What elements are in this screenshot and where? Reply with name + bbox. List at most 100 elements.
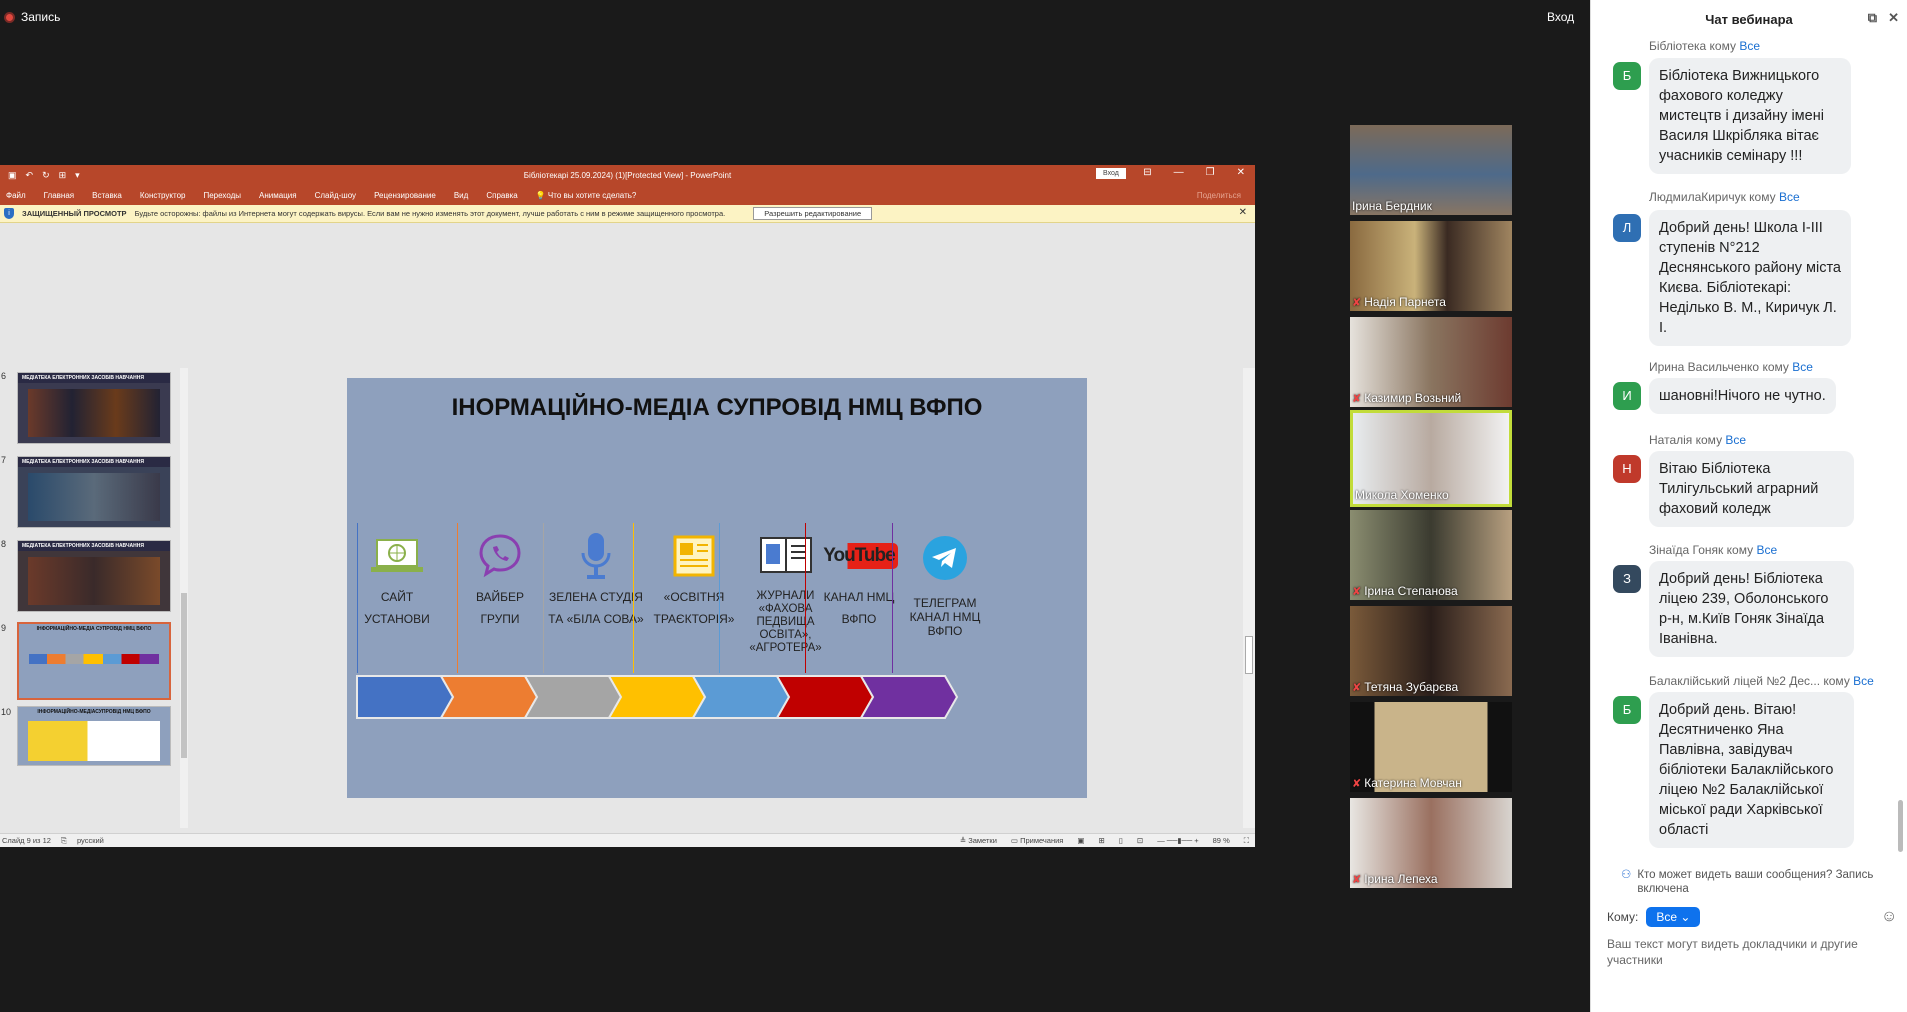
message-bubble: Добрий день. Вітаю! Десятниченко Яна Пав…	[1649, 692, 1854, 848]
customize-icon[interactable]: ▾	[75, 170, 80, 181]
notes-button[interactable]: ≜ Заметки	[960, 836, 997, 845]
thumb-number: 10	[1, 707, 12, 717]
message-meta: Бібліотека кому Все	[1649, 39, 1760, 53]
minimize-icon[interactable]: —	[1174, 167, 1184, 178]
chat-visibility-notice[interactable]: ⚇ Кто может видеть ваши сообщения? Запис…	[1621, 868, 1906, 896]
recipient-link[interactable]: Все	[1792, 360, 1813, 374]
tab-slideshow[interactable]: Слайд-шоу	[315, 191, 356, 200]
language-label[interactable]: русский	[77, 836, 104, 846]
reading-view-icon[interactable]: ▯	[1119, 836, 1123, 845]
tab-help[interactable]: Справка	[486, 191, 517, 200]
slide-thumbnails-pane: 6 МЕДІАТЕКА ЕЛЕКТРОННИХ ЗАСОБІВ НАВЧАННЯ…	[0, 368, 193, 833]
thumb-image	[28, 473, 160, 521]
participant-name: ✘ Ірина Лепеха	[1352, 872, 1438, 886]
recipient-link[interactable]: Все	[1725, 433, 1746, 447]
emoji-icon[interactable]: ☺	[1881, 908, 1897, 926]
recipient-link[interactable]: Все	[1739, 39, 1760, 53]
tab-insert[interactable]: Вставка	[92, 191, 122, 200]
recipient-dropdown[interactable]: Все ⌄	[1646, 907, 1701, 927]
slide-scrollbar[interactable]	[1243, 368, 1255, 828]
scroll-thumb[interactable]	[1245, 636, 1253, 674]
normal-view-icon[interactable]: ▣	[1077, 836, 1084, 845]
chat-input[interactable]: Ваш текст могут видеть докладчики и друг…	[1607, 936, 1892, 968]
zoom-level[interactable]: 89 %	[1213, 836, 1230, 845]
participant-tile[interactable]: ✘ Ірина Степанова	[1350, 510, 1512, 600]
thumb-number: 9	[1, 623, 7, 633]
present-icon[interactable]: ⊞	[59, 170, 67, 181]
chevron-arrow	[439, 675, 539, 719]
message-meta: Зінаїда Гоняк кому Все	[1649, 543, 1777, 557]
redo-icon[interactable]: ↻	[42, 170, 50, 181]
chevron-arrow	[607, 675, 707, 719]
participant-tile-active-speaker[interactable]: Микола Хоменко	[1350, 410, 1512, 507]
login-link[interactable]: Вход	[1547, 10, 1574, 24]
participant-name-text: Ірина Бердник	[1352, 199, 1432, 213]
restore-icon[interactable]: ❐	[1206, 167, 1215, 178]
close-icon[interactable]: ✕	[1237, 167, 1245, 178]
participant-tile[interactable]: ✘ Казимир Возьний	[1350, 317, 1512, 407]
tab-view[interactable]: Вид	[454, 191, 468, 200]
ppt-signin-button[interactable]: Вход	[1096, 168, 1126, 179]
participant-tile[interactable]: ✘ Тетяна Зубарєва	[1350, 606, 1512, 696]
slide-counter: Слайд 9 из 12	[2, 835, 51, 845]
popout-icon[interactable]: ⧉	[1868, 10, 1877, 26]
to-label: кому	[1726, 543, 1754, 557]
slide-thumbnail-6[interactable]: МЕДІАТЕКА ЕЛЕКТРОННИХ ЗАСОБІВ НАВЧАННЯ	[17, 372, 171, 444]
save-icon[interactable]: ▣	[8, 170, 17, 181]
tab-design[interactable]: Конструктор	[140, 191, 186, 200]
thumb-image	[28, 389, 160, 437]
recipient-value: Все	[1656, 910, 1678, 924]
recipient-link[interactable]: Все	[1853, 674, 1874, 688]
record-label: Запись	[21, 10, 61, 24]
protected-view-bar: i ЗАЩИЩЕННЫЙ ПРОСМОТР Будьте осторожны: …	[0, 205, 1255, 223]
scroll-thumb[interactable]	[181, 593, 187, 758]
tab-file[interactable]: Файл	[6, 191, 26, 200]
recipient-link[interactable]: Все	[1756, 543, 1777, 557]
muted-mic-icon: ✘	[1352, 296, 1362, 309]
tab-review[interactable]: Рецензирование	[374, 191, 436, 200]
participant-name: ✘ Ірина Степанова	[1352, 584, 1458, 598]
close-icon[interactable]: ✕	[1888, 10, 1899, 26]
close-protected-icon[interactable]: ✕	[1239, 207, 1247, 218]
tab-transitions[interactable]: Переходы	[203, 191, 241, 200]
muted-mic-icon: ✘	[1352, 585, 1362, 598]
slide-thumbnail-8[interactable]: МЕДІАТЕКА ЕЛЕКТРОННИХ ЗАСОБІВ НАВЧАННЯ	[17, 540, 171, 612]
current-slide: ІНОРМАЦІЙНО-МЕДІА СУПРОВІД НМЦ ВФПО САЙТ…	[347, 378, 1087, 798]
sender-name: Наталія	[1649, 433, 1693, 447]
participant-tile[interactable]: ✘ Ірина Лепеха	[1350, 798, 1512, 888]
slide-thumbnail-7[interactable]: МЕДІАТЕКА ЕЛЕКТРОННИХ ЗАСОБІВ НАВЧАННЯ	[17, 456, 171, 528]
spellcheck-icon[interactable]: ⎘	[61, 836, 67, 846]
thumbnails-scrollbar[interactable]	[180, 368, 188, 828]
comments-label: Примечания	[1020, 836, 1064, 845]
share-button[interactable]: Поделиться	[1197, 191, 1241, 200]
tab-home[interactable]: Главная	[44, 191, 74, 200]
enable-editing-button[interactable]: Разрешить редактирование	[753, 207, 873, 220]
avatar: И	[1613, 382, 1641, 410]
participant-name-text: Катерина Мовчан	[1364, 776, 1462, 790]
sorter-view-icon[interactable]: ⊞	[1098, 836, 1104, 845]
ribbon-options-icon[interactable]: ⊟	[1143, 167, 1151, 178]
participant-name: ✘ Тетяна Зубарєва	[1352, 680, 1458, 694]
participant-tile[interactable]: ✘ Надія Парнета	[1350, 221, 1512, 311]
muted-mic-icon: ✘	[1352, 392, 1362, 405]
chat-scrollbar[interactable]	[1898, 800, 1903, 852]
thumb-header: МЕДІАТЕКА ЕЛЕКТРОННИХ ЗАСОБІВ НАВЧАННЯ	[18, 541, 170, 551]
recipient-link[interactable]: Все	[1779, 190, 1800, 204]
tell-me-search[interactable]: 💡 Что вы хотите сделать?	[536, 191, 637, 200]
comments-button[interactable]: ▭ Примечания	[1011, 836, 1063, 845]
slideshow-view-icon[interactable]: ⊡	[1137, 836, 1143, 845]
tab-animations[interactable]: Анимация	[259, 191, 297, 200]
ppt-title-bar: ▣ ↶ ↻ ⊞ ▾ Бібліотекарі 25.09.2024) (1)[P…	[0, 165, 1255, 185]
fit-slide-icon[interactable]: ⛶	[1244, 836, 1249, 846]
webinar-stage: Запись Вход ▣ ↶ ↻ ⊞ ▾ Бібліотекарі 25.09…	[0, 0, 1590, 1012]
participant-tile[interactable]: Ірина Бердник	[1350, 125, 1512, 215]
undo-icon[interactable]: ↶	[26, 170, 34, 181]
record-indicator[interactable]: Запись	[4, 10, 60, 24]
chat-message-list[interactable]: Бібліотека кому Все Б Бібліотека Вижниць…	[1591, 38, 1907, 858]
zoom-slider[interactable]: — ──▮── +	[1157, 836, 1198, 845]
to-label: кому	[1762, 360, 1789, 374]
sender-name: ЛюдмилаКиричук	[1649, 190, 1746, 204]
participant-tile[interactable]: ✘ Катерина Мовчан	[1350, 702, 1512, 792]
slide-thumbnail-10[interactable]: ІНФОРМАЦІЙНО-МЕДІАСУПРОВІД НМЦ ВФПО	[17, 706, 171, 766]
slide-thumbnail-9[interactable]: ІНФОРМАЦІЙНО-МЕДІА СУПРОВІД НМЦ ВФПО	[17, 622, 171, 700]
